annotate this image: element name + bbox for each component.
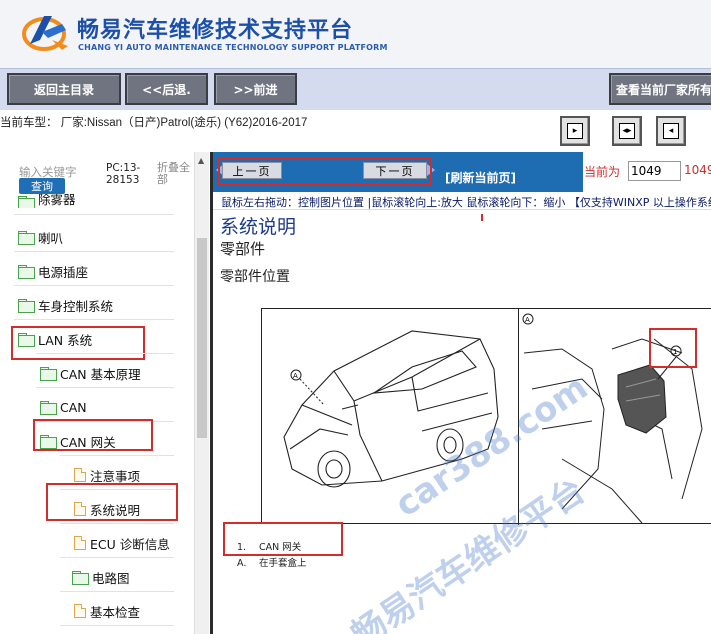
- site-title: 畅易汽车维修技术支持平台: [77, 18, 354, 43]
- cy-logo-icon: [22, 16, 68, 51]
- tree-item-can-basics[interactable]: CAN 基本原理: [40, 361, 141, 385]
- document-icon: [74, 536, 86, 550]
- current-page-input[interactable]: 1049: [628, 161, 681, 181]
- tree-divider: [60, 625, 174, 626]
- tree-item-basic-inspection[interactable]: 基本检查: [74, 599, 140, 623]
- site-subtitle: CHANG YI AUTO MAINTENANCE TECHNOLOGY SUP…: [78, 43, 388, 52]
- instruction-bar: 鼠标左右拖动：控制图片位置 |鼠标滚轮向上:放大 鼠标滚轮向下：缩小 【仅支持W…: [213, 192, 711, 210]
- highlight-box: [46, 483, 178, 521]
- tree-item-label: 车身控制系统: [38, 298, 114, 314]
- sidebar-scrollbar[interactable]: ▲: [194, 152, 209, 634]
- folder-icon: [18, 196, 35, 208]
- highlight-box: [223, 522, 343, 556]
- back-button[interactable]: <<后退.: [125, 73, 208, 105]
- tree-divider: [60, 455, 174, 456]
- tree-divider: [14, 214, 174, 215]
- folder-icon: [18, 299, 35, 313]
- doc-section-title: 零部件位置: [220, 269, 290, 285]
- tree-item-horn[interactable]: 喇叭: [18, 225, 63, 249]
- tree-item-defogger[interactable]: 除雾器: [18, 194, 76, 208]
- tree-divider: [14, 251, 174, 252]
- tree-item-can[interactable]: CAN: [40, 395, 87, 419]
- vehicle-illustration-icon: A A 1: [283, 313, 703, 524]
- tree-item-label: 电路图: [92, 570, 130, 586]
- tree-divider: [36, 387, 174, 388]
- document-icon: [74, 604, 86, 618]
- current-page-label: 当前为: [584, 165, 621, 179]
- pc-info: PC:13-28153: [106, 162, 141, 186]
- total-pages: 1049: [684, 163, 711, 177]
- refresh-button[interactable]: [刷新当前页]: [445, 169, 516, 186]
- tree-item-wiring-diagram[interactable]: 电路图: [72, 565, 130, 589]
- split-view-icon[interactable]: ◂▸: [612, 116, 642, 146]
- tree-divider: [14, 319, 174, 320]
- pager-bar: 上一页 下一页 [刷新当前页] 当前为 1049 1049: [213, 152, 711, 192]
- component-location-figure: A A 1: [261, 308, 711, 525]
- tree-divider: [14, 285, 174, 286]
- current-model-text: 当前车型： 厂家:Nissan（日产)Patrol(途乐) (Y62)2016-…: [0, 117, 308, 129]
- main-toolbar: 返回主目录 <<后退. >>前进 查看当前厂家所有: [0, 68, 711, 110]
- model-row: 当前车型： 厂家:Nissan（日产)Patrol(途乐) (Y62)2016-…: [0, 110, 711, 152]
- callout-a: A: [293, 372, 298, 380]
- tree-item-label: CAN: [60, 399, 87, 415]
- callout-a-detail: A: [525, 316, 530, 324]
- tree-divider: [60, 557, 174, 558]
- instruction-text: 鼠标左右拖动：控制图片位置 |鼠标滚轮向上:放大 鼠标滚轮向下：缩小 【仅支持W…: [221, 196, 711, 209]
- tree-item-label: 喇叭: [38, 230, 64, 246]
- tree-item-label: 基本检查: [90, 604, 141, 620]
- current-page-area: 当前为 1049 1049: [583, 152, 711, 192]
- tree-item-label: 电源插座: [38, 264, 89, 280]
- highlight-box: [218, 157, 432, 185]
- tree-item-label: 除雾器: [38, 194, 76, 207]
- legend-row: A. 在手套盒上: [237, 558, 307, 569]
- document-viewer[interactable]: 系统说明 零部件 零部件位置 A A 1 1. CAN 网关 A. 在手套盒上 …: [213, 210, 711, 634]
- highlight-box: [649, 328, 697, 368]
- tree-divider: [60, 523, 174, 524]
- doc-subheading: 零部件: [220, 240, 266, 258]
- highlight-box: [33, 419, 153, 451]
- scrollbar-thumb[interactable]: [197, 238, 207, 438]
- tree-divider: [36, 353, 174, 354]
- tree-item-label: ECU 诊断信息: [90, 536, 170, 552]
- expand-left-icon[interactable]: ▸: [560, 116, 590, 146]
- header-banner: 畅易汽车维修技术支持平台 CHANG YI AUTO MAINTENANCE T…: [0, 0, 711, 68]
- tree-item-label: CAN 基本原理: [60, 366, 141, 382]
- scroll-up-icon[interactable]: ▲: [198, 156, 204, 165]
- sidebar-tree: 输入关键字 查询 PC:13-28153 折叠全部 除雾器 喇叭 电源插座 车身…: [0, 152, 210, 634]
- folder-icon: [40, 367, 57, 381]
- document-icon: [74, 468, 86, 482]
- tree-item-body-control[interactable]: 车身控制系统: [18, 293, 113, 317]
- highlight-box: [11, 326, 145, 360]
- folder-icon: [40, 401, 57, 415]
- forward-button[interactable]: >>前进: [214, 73, 297, 105]
- tree-divider: [60, 591, 174, 592]
- folder-icon: [18, 265, 35, 279]
- search-button[interactable]: 查询: [19, 178, 65, 194]
- cursor-mark: [481, 214, 483, 221]
- home-button[interactable]: 返回主目录: [7, 73, 121, 105]
- folder-icon: [72, 571, 89, 585]
- current-maker-button[interactable]: 查看当前厂家所有: [609, 73, 711, 105]
- folder-icon: [18, 231, 35, 245]
- expand-right-icon[interactable]: ◂: [656, 116, 686, 146]
- tree-item-ecu-diag[interactable]: ECU 诊断信息: [74, 531, 170, 555]
- doc-heading: 系统说明: [220, 216, 297, 238]
- tree-item-power-outlet[interactable]: 电源插座: [18, 259, 88, 283]
- collapse-all-button[interactable]: 折叠全部: [157, 162, 193, 186]
- tree-item-label: 注意事项: [90, 468, 141, 484]
